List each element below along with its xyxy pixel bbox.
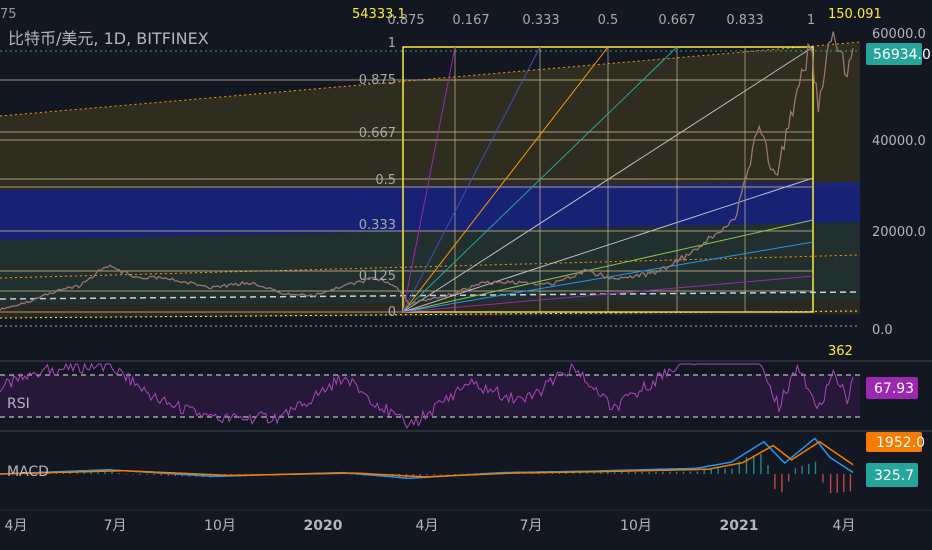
macd-histogram-bar xyxy=(843,474,845,492)
price-tick: 0.0 xyxy=(872,323,893,338)
symbol-title: 比特币/美元, 1D, BITFINEX xyxy=(8,29,209,48)
top-scale-ratio: 0.667 xyxy=(658,13,695,28)
top-scale: 75 54333.1 0.875 0.167 0.333 0.5 0.667 0… xyxy=(0,7,882,28)
chart-canvas[interactable]: 1 0.875 0.667 0.5 0.333 0.125 0 75 54333… xyxy=(0,0,932,550)
macd-histogram-bar xyxy=(620,472,623,474)
macd-histogram-bar xyxy=(593,472,595,474)
macd-label: MACD xyxy=(7,464,49,480)
macd-histogram-bar xyxy=(634,472,637,474)
macd-histogram-bar xyxy=(774,474,776,490)
corner-label: 75 xyxy=(0,7,17,22)
macd-histogram-bar xyxy=(814,461,817,474)
macd-histogram-bar xyxy=(822,474,824,483)
bar-count-label: 362 xyxy=(828,344,853,359)
last-price-value: 56934.0 xyxy=(873,47,931,63)
rsi-value: 67.93 xyxy=(874,381,914,397)
macd-histogram-bar xyxy=(600,472,602,474)
macd-histogram-bar xyxy=(350,474,352,475)
macd-histogram-bar xyxy=(849,474,852,492)
macd-histogram-bar xyxy=(607,472,609,474)
macd-histogram-bar xyxy=(669,471,671,474)
top-scale-ratio: 0.875 xyxy=(387,13,424,28)
macd-histogram-bar xyxy=(662,471,664,474)
last-price-tag: 56934.0 xyxy=(866,43,931,65)
time-tick: 4月 xyxy=(416,518,439,534)
retracement-label: 0.875 xyxy=(359,73,396,88)
top-scale-ratio: 0.167 xyxy=(452,13,489,28)
macd-histogram-bar xyxy=(641,471,643,474)
retracement-label: 0.125 xyxy=(359,269,396,284)
macd-histogram-bar xyxy=(836,474,838,493)
retracement-label: 0.667 xyxy=(359,126,396,141)
time-tick: 10月 xyxy=(620,518,652,534)
macd-histogram-bar xyxy=(808,463,810,474)
price-tick: 40000.0 xyxy=(872,134,926,149)
macd-signal-value: 1952.0 xyxy=(876,435,925,451)
macd-histogram-bar xyxy=(146,474,148,475)
top-scale-ratio: 1 xyxy=(807,13,815,28)
macd-histogram-bar xyxy=(111,471,113,474)
channel-band-upper xyxy=(0,42,860,190)
macd-histogram-bar xyxy=(829,474,832,494)
macd-histogram-bar xyxy=(132,474,134,475)
macd-histogram-bar xyxy=(419,474,421,477)
time-tick: 4月 xyxy=(833,518,856,534)
macd-histogram-bar xyxy=(717,468,719,474)
top-scale-ratio: 0.333 xyxy=(522,13,559,28)
retracement-label: 0 xyxy=(388,305,396,320)
top-scale-ratio: 0.5 xyxy=(598,13,619,28)
macd-histogram-bar xyxy=(781,474,783,493)
macd-histogram-bar xyxy=(675,471,678,474)
macd-pane[interactable]: MACD 1952.0 325.7 xyxy=(0,432,925,494)
top-scale-right-value: 150.091 xyxy=(828,7,882,22)
macd-histogram-bar xyxy=(767,465,769,474)
macd-histogram-bar xyxy=(614,472,616,474)
macd-histogram-bar xyxy=(433,474,435,475)
macd-histogram-bar xyxy=(153,474,155,476)
time-tick: 10月 xyxy=(204,518,236,534)
macd-histogram-bar xyxy=(689,471,692,474)
rsi-pane[interactable]: RSI 67.93 xyxy=(0,362,918,430)
macd-histogram-bar xyxy=(160,474,162,476)
time-tick: 2020 xyxy=(304,518,343,534)
macd-histogram-bar xyxy=(426,474,428,476)
macd-histogram-bar xyxy=(760,453,762,474)
macd-histogram-bar xyxy=(682,471,685,474)
drawing-layer xyxy=(0,31,860,327)
macd-histogram-bar xyxy=(648,471,650,474)
macd-histogram-bar xyxy=(655,471,657,474)
macd-histogram-bar xyxy=(586,472,588,474)
macd-histogram-bar xyxy=(627,472,630,474)
price-tick: 20000.0 xyxy=(872,225,926,240)
macd-histogram-bar xyxy=(579,472,581,474)
macd-histogram-bar xyxy=(440,474,442,475)
price-tick: 60000.0 xyxy=(872,27,926,42)
macd-histogram xyxy=(0,453,852,494)
macd-histogram-bar xyxy=(731,468,733,474)
macd-histogram-bar xyxy=(461,473,463,475)
retracement-label: 0.333 xyxy=(359,218,396,233)
retracement-label: 1 xyxy=(388,36,396,51)
macd-histogram-bar xyxy=(125,474,127,475)
price-axis[interactable]: 60000.0 40000.0 20000.0 0.0 xyxy=(872,27,926,338)
macd-histogram-bar xyxy=(801,466,803,474)
macd-histogram-bar xyxy=(753,455,755,474)
macd-histogram-bar xyxy=(788,474,790,482)
time-tick: 7月 xyxy=(520,518,543,534)
macd-histogram-bar xyxy=(724,468,726,474)
macd-value: 325.7 xyxy=(874,468,914,484)
rsi-label: RSI xyxy=(7,396,30,412)
macd-histogram-bar xyxy=(139,474,141,475)
macd-histogram-bar xyxy=(447,474,449,475)
macd-histogram-bar xyxy=(696,471,698,474)
macd-histogram-bar xyxy=(794,468,797,474)
time-tick: 4月 xyxy=(5,518,28,534)
time-tick: 2021 xyxy=(720,518,759,534)
top-scale-ratio: 0.833 xyxy=(726,13,763,28)
time-axis[interactable]: 4月 7月 10月 2020 4月 7月 10月 2021 4月 xyxy=(5,518,856,534)
time-tick: 7月 xyxy=(104,518,127,534)
macd-histogram-bar xyxy=(118,473,120,474)
retracement-label: 0.5 xyxy=(375,173,396,188)
macd-histogram-bar xyxy=(454,474,456,475)
